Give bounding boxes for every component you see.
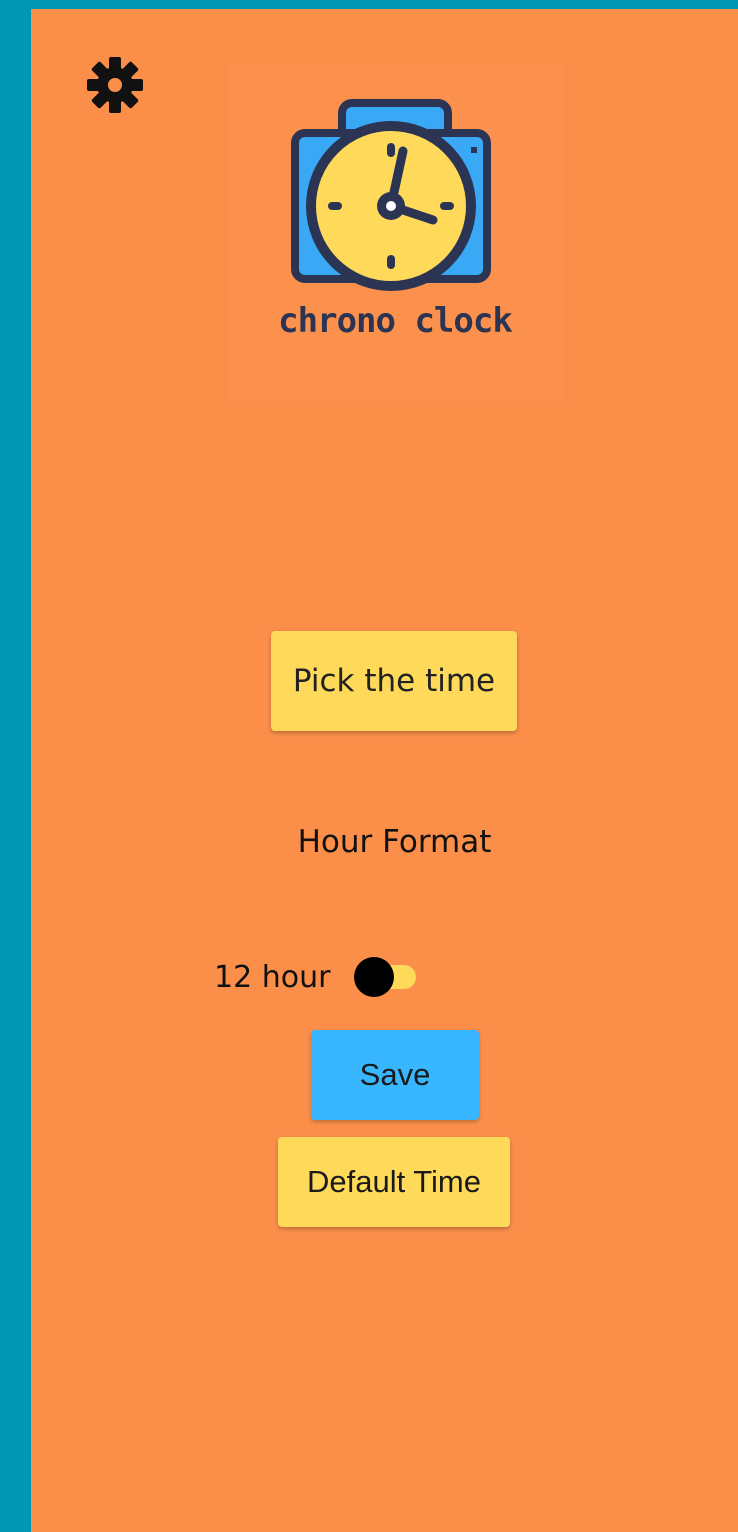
hour-format-toggle-row: 12 hour xyxy=(214,957,417,997)
gear-icon[interactable] xyxy=(85,55,145,115)
hour-format-label: Hour Format xyxy=(297,824,492,860)
toggle-label: 12 hour xyxy=(214,959,331,995)
default-time-button[interactable]: Default Time xyxy=(278,1137,510,1227)
switch-thumb xyxy=(354,957,395,997)
alarm-clock-icon xyxy=(291,99,491,291)
pick-time-button[interactable]: Pick the time xyxy=(271,631,517,731)
hour-format-switch[interactable] xyxy=(354,957,417,997)
app-screen: chrono clock Pick the time Hour Format 1… xyxy=(31,9,738,1532)
app-logo: chrono clock xyxy=(227,65,563,401)
logo-text: chrono clock xyxy=(278,301,513,341)
save-button[interactable]: Save xyxy=(311,1030,479,1120)
